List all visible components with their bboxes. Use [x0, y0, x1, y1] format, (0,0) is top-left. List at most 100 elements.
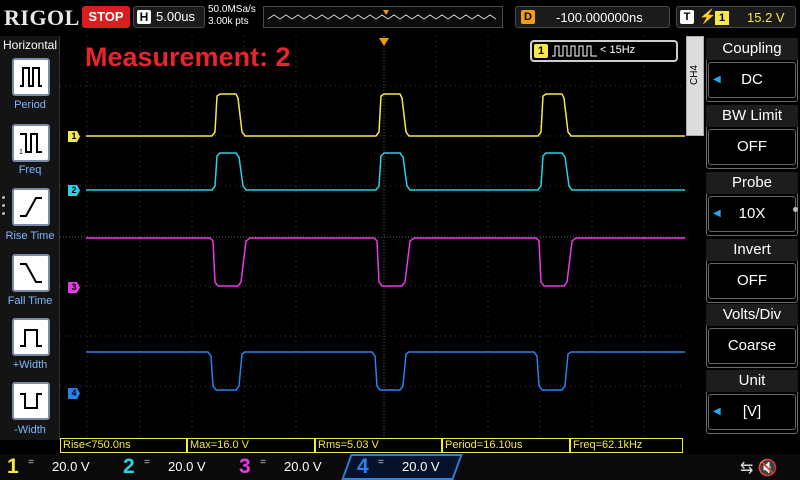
negative-width-label: -Width: [14, 424, 46, 436]
page-indicator: [2, 196, 6, 220]
trigger-level-value: 15.2 V: [747, 10, 785, 25]
select-arrow-icon: ◀: [713, 208, 721, 219]
counter-channel-badge: 1: [534, 44, 548, 58]
probe-value-box[interactable]: ◀ 10X: [708, 196, 796, 232]
speaker-mute-icon[interactable]: 🔇: [758, 460, 778, 477]
trigger-delay-display[interactable]: D -100.000000ns: [515, 6, 670, 28]
memory-depth: 3.00k pts: [208, 16, 249, 27]
unit-value: [V]: [742, 403, 762, 420]
graticule-and-traces: [60, 36, 685, 438]
bw-limit-value: OFF: [737, 138, 767, 155]
positive-width-icon: [20, 329, 42, 347]
ch1-scale: 20.0 V: [52, 459, 90, 474]
brand-logo: RIGOL: [4, 5, 80, 30]
volts-div-title: Volts/Div: [706, 304, 798, 326]
positive-width-button[interactable]: [12, 318, 50, 356]
volts-div-value: Coarse: [727, 337, 777, 354]
fall-time-label: Fall Time: [7, 295, 53, 307]
invert-value: OFF: [737, 272, 767, 289]
select-arrow-icon: ◀: [713, 406, 721, 417]
ch3-scale: 20.0 V: [284, 459, 322, 474]
bw-limit-value-box[interactable]: OFF: [708, 129, 796, 165]
rise-time-result[interactable]: Rise<750.0ns: [60, 438, 187, 453]
ch2-scale: 20.0 V: [168, 459, 206, 474]
unit-value-box[interactable]: ◀ [V]: [708, 394, 796, 430]
unit-menu[interactable]: Unit ◀ [V]: [706, 370, 798, 434]
waveform-display[interactable]: 1 2 3 4: [60, 36, 685, 438]
fall-time-icon: [20, 263, 42, 283]
coupling-value: DC: [741, 71, 763, 88]
dc-coupling-icon: =: [144, 457, 150, 468]
probe-value: 10X: [738, 205, 766, 222]
period-result[interactable]: Period=16.10us: [442, 438, 570, 453]
coupling-title: Coupling: [706, 38, 798, 60]
ch4-scale: 20.0 V: [402, 459, 440, 474]
status-icons: ⇆ 🔇: [740, 458, 778, 478]
measurement-title: Measurement: 2: [85, 42, 291, 72]
channel-status-bar: 1 = 20.0 V 2 = 20.0 V 3 = 20.0 V 4 = 20.…: [0, 454, 800, 480]
trigger-settings-display[interactable]: T ⚡ 1 15.2 V: [676, 6, 796, 28]
invert-menu[interactable]: Invert OFF: [706, 239, 798, 303]
ch4-menu-tab[interactable]: CH4: [686, 36, 704, 136]
volts-div-menu[interactable]: Volts/Div Coarse: [706, 304, 798, 368]
ch2-number: 2: [123, 455, 135, 478]
coupling-value-box[interactable]: ◀ DC: [708, 62, 796, 98]
trigger-delay-value: -100.000000ns: [556, 10, 643, 25]
rms-result[interactable]: Rms=5.03 V: [315, 438, 442, 453]
delay-label: D: [521, 10, 535, 24]
ch1-number: 1: [7, 455, 19, 478]
ch3-number: 3: [239, 455, 251, 478]
period-button[interactable]: [12, 58, 50, 96]
bw-limit-menu[interactable]: BW Limit OFF: [706, 105, 798, 169]
channel-menu-panel: CH4 Coupling ◀ DC BW Limit OFF Probe ◀ 10X…: [686, 36, 800, 438]
timebase-display[interactable]: H 5.00us: [133, 6, 205, 28]
invert-value-box[interactable]: OFF: [708, 263, 796, 299]
run-stop-status[interactable]: STOP: [82, 6, 130, 28]
invert-title: Invert: [706, 239, 798, 261]
ch3-status[interactable]: 3 = 20.0 V: [232, 454, 348, 480]
coupling-menu[interactable]: Coupling ◀ DC: [706, 38, 798, 102]
freq-result[interactable]: Freq=62.1kHz: [570, 438, 683, 453]
dc-coupling-icon: =: [260, 457, 266, 468]
freq-button[interactable]: 1: [12, 124, 50, 162]
dc-coupling-icon: =: [378, 457, 384, 468]
period-label: Period: [14, 99, 46, 111]
trigger-source-badge: 1: [715, 11, 729, 25]
rise-time-button[interactable]: [12, 188, 50, 226]
ch2-status[interactable]: 2 = 20.0 V: [116, 454, 232, 480]
rise-time-icon: [20, 197, 42, 217]
measurement-results-bar: Rise<750.0ns Max=16.0 V Rms=5.03 V Perio…: [60, 438, 685, 454]
dc-coupling-icon: =: [28, 457, 34, 468]
negative-width-icon: [20, 393, 42, 409]
ch4-tab-label: CH4: [689, 65, 700, 86]
sample-rate: 50.0MSa/s: [208, 4, 256, 15]
positive-width-label: +Width: [12, 359, 48, 371]
memory-overview-icon: [267, 10, 497, 20]
counter-value: < 15Hz: [600, 44, 636, 56]
select-arrow-icon: ◀: [713, 74, 721, 85]
timebase-value: 5.00us: [156, 9, 196, 24]
svg-text:1: 1: [19, 149, 23, 156]
freq-label: Freq: [18, 164, 42, 176]
volts-div-value-box[interactable]: Coarse: [708, 328, 796, 364]
usb-icon: ⇆: [740, 460, 754, 477]
memory-waveform-strip: [263, 6, 503, 28]
freq-icon: 1: [19, 133, 42, 156]
bw-limit-title: BW Limit: [706, 105, 798, 127]
negative-width-button[interactable]: [12, 382, 50, 420]
period-icon: [20, 67, 42, 87]
pulse-train-icon: [552, 45, 597, 57]
max-result[interactable]: Max=16.0 V: [187, 438, 315, 453]
edge-trigger-icon: ⚡: [699, 8, 717, 24]
ch1-status[interactable]: 1 = 20.0 V: [0, 454, 116, 480]
top-status-bar: RIGOL STOP H 5.00us 50.0MSa/s 3.00k pts …: [0, 0, 800, 36]
horizontal-measure-panel: Horizontal Period 1 Freq Rise Time Fall …: [0, 36, 60, 440]
ch4-status[interactable]: 4 = 20.0 V: [350, 454, 466, 480]
fall-time-button[interactable]: [12, 254, 50, 292]
panel-title: Horizontal: [3, 38, 58, 52]
probe-menu[interactable]: Probe ◀ 10X: [706, 172, 798, 236]
right-page-indicator: [793, 207, 799, 212]
unit-title: Unit: [706, 370, 798, 392]
acquisition-info: 50.0MSa/s 3.00k pts: [208, 4, 256, 28]
rise-time-label: Rise Time: [5, 230, 55, 242]
